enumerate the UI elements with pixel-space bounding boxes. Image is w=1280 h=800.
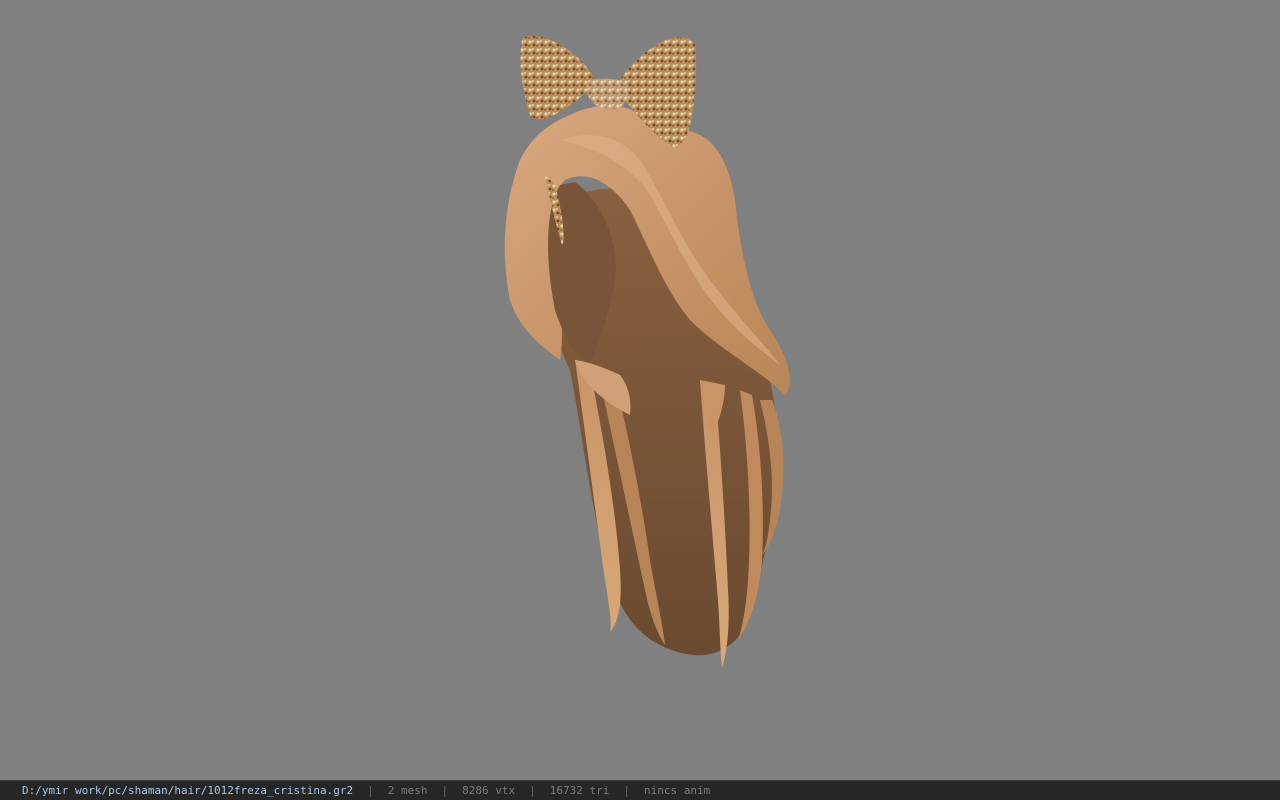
hair-model[interactable] (0, 0, 1280, 780)
status-separator: | (441, 784, 449, 797)
status-animation: nincs anim (643, 784, 711, 797)
bow-center-shade (587, 78, 628, 109)
status-vertex-count: 8286 vtx (462, 784, 516, 797)
bow-left-loop (520, 35, 595, 120)
status-mesh-count: 2 mesh (387, 784, 428, 797)
status-triangle-count: 16732 tri (549, 784, 610, 797)
status-bar: D:/ymir work/pc/shaman/hair/1012freza_cr… (0, 780, 1280, 800)
status-separator: | (529, 784, 536, 797)
status-file-path: D:/ymir work/pc/shaman/hair/1012freza_cr… (22, 784, 354, 797)
status-separator: | (367, 784, 374, 797)
3d-viewport[interactable] (0, 0, 1280, 780)
status-separator: | (623, 784, 630, 797)
